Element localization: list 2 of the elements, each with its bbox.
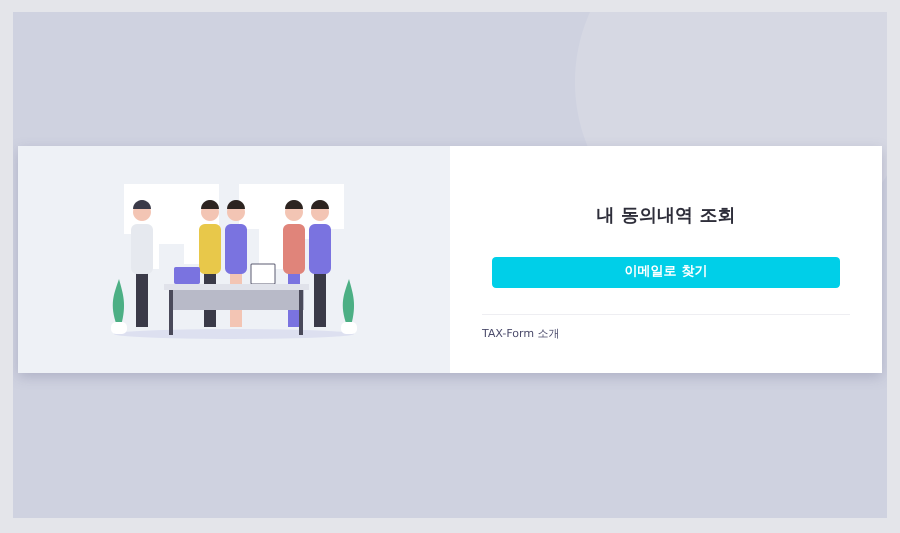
intro-link[interactable]: TAX-Form 소개 <box>482 326 560 342</box>
page-title: 내 동의내역 조회 <box>596 204 736 228</box>
